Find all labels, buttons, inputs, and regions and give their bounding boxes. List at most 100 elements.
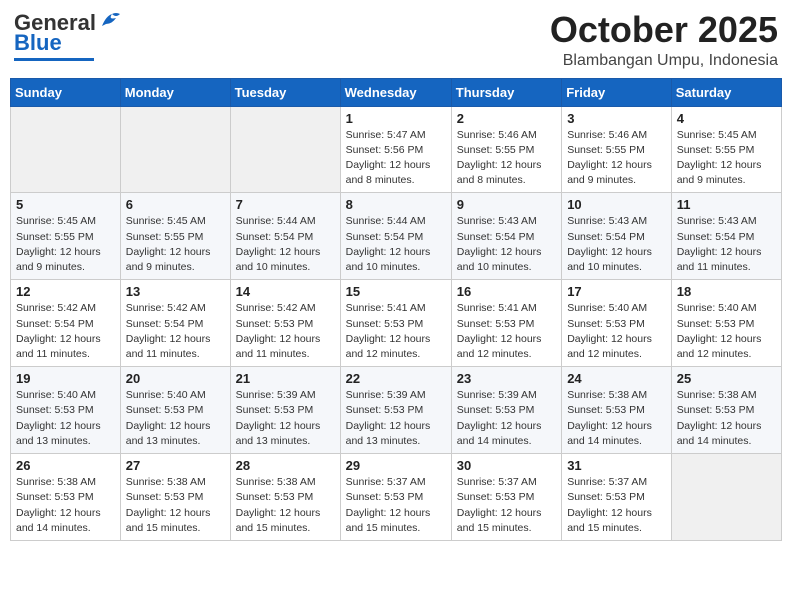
day-info: Sunrise: 5:38 AM Sunset: 5:53 PM Dayligh…	[567, 388, 666, 449]
calendar-cell: 24Sunrise: 5:38 AM Sunset: 5:53 PM Dayli…	[562, 367, 672, 454]
calendar-cell: 30Sunrise: 5:37 AM Sunset: 5:53 PM Dayli…	[451, 454, 561, 541]
day-info: Sunrise: 5:43 AM Sunset: 5:54 PM Dayligh…	[677, 214, 776, 275]
day-info: Sunrise: 5:44 AM Sunset: 5:54 PM Dayligh…	[236, 214, 335, 275]
calendar-week-5: 26Sunrise: 5:38 AM Sunset: 5:53 PM Dayli…	[11, 454, 782, 541]
day-info: Sunrise: 5:46 AM Sunset: 5:55 PM Dayligh…	[457, 128, 556, 189]
day-info: Sunrise: 5:38 AM Sunset: 5:53 PM Dayligh…	[677, 388, 776, 449]
day-info: Sunrise: 5:37 AM Sunset: 5:53 PM Dayligh…	[346, 475, 446, 536]
logo-blue: Blue	[14, 30, 62, 56]
calendar-cell: 16 Sunrise: 5:41 AM Sunset: 5:53 PM Dayli…	[451, 280, 561, 367]
calendar-cell: 9Sunrise: 5:43 AM Sunset: 5:54 PM Daylig…	[451, 193, 561, 280]
logo: General Blue	[14, 10, 120, 61]
day-info: Sunrise: 5:45 AM Sunset: 5:55 PM Dayligh…	[126, 214, 225, 275]
day-info: Sunrise: 5:40 AM Sunset: 5:53 PM Dayligh…	[677, 301, 776, 362]
day-info: Sunrise: 5:38 AM Sunset: 5:53 PM Dayligh…	[16, 475, 115, 536]
day-number: 27	[126, 458, 225, 473]
page-header: General Blue October 2025 Blambangan Ump…	[10, 10, 782, 70]
day-info: Sunrise: 5:38 AM Sunset: 5:53 PM Dayligh…	[126, 475, 225, 536]
calendar-cell: 31 Sunrise: 5:37 AM Sunset: 5:53 PM Dayli…	[562, 454, 672, 541]
calendar-cell: 11 Sunrise: 5:43 AM Sunset: 5:54 PM Dayli…	[671, 193, 781, 280]
day-number: 15	[346, 284, 446, 299]
day-number: 31	[567, 458, 666, 473]
calendar-cell	[120, 106, 230, 193]
day-info: Sunrise: 5:40 AM Sunset: 5:53 PM Dayligh…	[16, 388, 115, 449]
day-number: 14	[236, 284, 335, 299]
day-number: 6	[126, 197, 225, 212]
calendar-cell: 1Sunrise: 5:47 AM Sunset: 5:56 PM Daylig…	[340, 106, 451, 193]
day-number: 29	[346, 458, 446, 473]
day-info: Sunrise: 5:37 AM Sunset: 5:53 PM Dayligh…	[457, 475, 556, 536]
weekday-header-monday: Monday	[120, 78, 230, 106]
day-info: Sunrise: 5:43 AM Sunset: 5:54 PM Dayligh…	[457, 214, 556, 275]
calendar-cell: 14 Sunrise: 5:42 AM Sunset: 5:53 PM Dayli…	[230, 280, 340, 367]
day-info: Sunrise: 5:37 AM Sunset: 5:53 PM Dayligh…	[567, 475, 666, 536]
day-number: 18	[677, 284, 776, 299]
day-number: 17	[567, 284, 666, 299]
calendar-cell: 10 Sunrise: 5:43 AM Sunset: 5:54 PM Dayli…	[562, 193, 672, 280]
title-block: October 2025 Blambangan Umpu, Indonesia	[550, 10, 778, 70]
day-info: Sunrise: 5:39 AM Sunset: 5:53 PM Dayligh…	[346, 388, 446, 449]
calendar-cell	[671, 454, 781, 541]
day-info: Sunrise: 5:42 AM Sunset: 5:53 PM Dayligh…	[236, 301, 335, 362]
day-info: Sunrise: 5:40 AM Sunset: 5:53 PM Dayligh…	[126, 388, 225, 449]
day-number: 11	[677, 197, 776, 212]
calendar-cell	[11, 106, 121, 193]
calendar-table: SundayMondayTuesdayWednesdayThursdayFrid…	[10, 78, 782, 541]
day-info: Sunrise: 5:39 AM Sunset: 5:53 PM Dayligh…	[236, 388, 335, 449]
calendar-cell: 13 Sunrise: 5:42 AM Sunset: 5:54 PM Dayli…	[120, 280, 230, 367]
day-info: Sunrise: 5:41 AM Sunset: 5:53 PM Dayligh…	[346, 301, 446, 362]
weekday-header-friday: Friday	[562, 78, 672, 106]
calendar-week-1: 1Sunrise: 5:47 AM Sunset: 5:56 PM Daylig…	[11, 106, 782, 193]
calendar-cell: 12 Sunrise: 5:42 AM Sunset: 5:54 PM Dayli…	[11, 280, 121, 367]
day-info: Sunrise: 5:42 AM Sunset: 5:54 PM Dayligh…	[126, 301, 225, 362]
day-number: 25	[677, 371, 776, 386]
weekday-header-row: SundayMondayTuesdayWednesdayThursdayFrid…	[11, 78, 782, 106]
weekday-header-sunday: Sunday	[11, 78, 121, 106]
day-number: 12	[16, 284, 115, 299]
day-number: 13	[126, 284, 225, 299]
day-info: Sunrise: 5:41 AM Sunset: 5:53 PM Dayligh…	[457, 301, 556, 362]
month-title: October 2025	[550, 10, 778, 50]
day-info: Sunrise: 5:47 AM Sunset: 5:56 PM Dayligh…	[346, 128, 446, 189]
calendar-cell: 20 Sunrise: 5:40 AM Sunset: 5:53 PM Dayli…	[120, 367, 230, 454]
day-info: Sunrise: 5:43 AM Sunset: 5:54 PM Dayligh…	[567, 214, 666, 275]
day-number: 19	[16, 371, 115, 386]
calendar-cell	[230, 106, 340, 193]
day-number: 3	[567, 111, 666, 126]
day-number: 23	[457, 371, 556, 386]
calendar-cell: 19 Sunrise: 5:40 AM Sunset: 5:53 PM Dayli…	[11, 367, 121, 454]
day-number: 16	[457, 284, 556, 299]
calendar-week-2: 5Sunrise: 5:45 AM Sunset: 5:55 PM Daylig…	[11, 193, 782, 280]
day-number: 20	[126, 371, 225, 386]
day-number: 28	[236, 458, 335, 473]
day-number: 2	[457, 111, 556, 126]
day-info: Sunrise: 5:45 AM Sunset: 5:55 PM Dayligh…	[677, 128, 776, 189]
weekday-header-wednesday: Wednesday	[340, 78, 451, 106]
day-number: 8	[346, 197, 446, 212]
calendar-cell: 5Sunrise: 5:45 AM Sunset: 5:55 PM Daylig…	[11, 193, 121, 280]
calendar-cell: 4 Sunrise: 5:45 AM Sunset: 5:55 PM Daylig…	[671, 106, 781, 193]
calendar-cell: 22 Sunrise: 5:39 AM Sunset: 5:53 PM Dayli…	[340, 367, 451, 454]
logo-bird-icon	[98, 12, 120, 30]
day-info: Sunrise: 5:42 AM Sunset: 5:54 PM Dayligh…	[16, 301, 115, 362]
day-number: 22	[346, 371, 446, 386]
calendar-cell: 23Sunrise: 5:39 AM Sunset: 5:53 PM Dayli…	[451, 367, 561, 454]
calendar-cell: 27 Sunrise: 5:38 AM Sunset: 5:53 PM Dayli…	[120, 454, 230, 541]
weekday-header-thursday: Thursday	[451, 78, 561, 106]
calendar-cell: 21Sunrise: 5:39 AM Sunset: 5:53 PM Dayli…	[230, 367, 340, 454]
day-number: 10	[567, 197, 666, 212]
weekday-header-tuesday: Tuesday	[230, 78, 340, 106]
calendar-week-3: 12 Sunrise: 5:42 AM Sunset: 5:54 PM Dayli…	[11, 280, 782, 367]
day-info: Sunrise: 5:40 AM Sunset: 5:53 PM Dayligh…	[567, 301, 666, 362]
calendar-cell: 8 Sunrise: 5:44 AM Sunset: 5:54 PM Daylig…	[340, 193, 451, 280]
calendar-cell: 25 Sunrise: 5:38 AM Sunset: 5:53 PM Dayli…	[671, 367, 781, 454]
calendar-cell: 3 Sunrise: 5:46 AM Sunset: 5:55 PM Daylig…	[562, 106, 672, 193]
calendar-cell: 18 Sunrise: 5:40 AM Sunset: 5:53 PM Dayli…	[671, 280, 781, 367]
day-info: Sunrise: 5:38 AM Sunset: 5:53 PM Dayligh…	[236, 475, 335, 536]
logo-underline	[14, 58, 94, 61]
day-number: 4	[677, 111, 776, 126]
calendar-cell: 29 Sunrise: 5:37 AM Sunset: 5:53 PM Dayli…	[340, 454, 451, 541]
day-info: Sunrise: 5:46 AM Sunset: 5:55 PM Dayligh…	[567, 128, 666, 189]
calendar-cell: 17 Sunrise: 5:40 AM Sunset: 5:53 PM Dayli…	[562, 280, 672, 367]
day-info: Sunrise: 5:44 AM Sunset: 5:54 PM Dayligh…	[346, 214, 446, 275]
